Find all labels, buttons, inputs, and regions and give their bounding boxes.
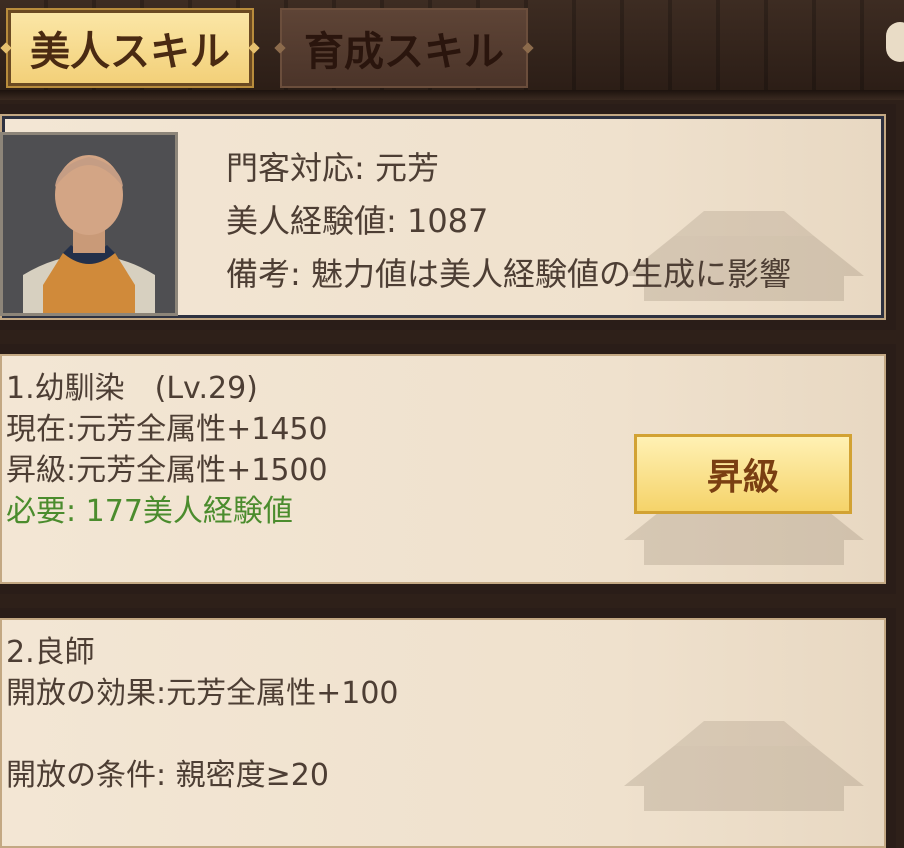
- tab-beauty-skill[interactable]: 美人スキル: [0, 8, 260, 88]
- tab-bar: 美人スキル 育成スキル: [0, 0, 904, 100]
- close-icon[interactable]: [886, 22, 904, 62]
- tab-training-skill[interactable]: 育成スキル: [274, 8, 534, 88]
- skill-1-details: 1.幼馴染 (Lv.29) 現在:元芳全属性+1450 昇級:元芳全属性+150…: [6, 368, 328, 532]
- tab-ornament-icon: [522, 42, 534, 54]
- upgrade-button-label: 昇級: [706, 457, 779, 498]
- tab-ornament-icon: [0, 42, 12, 54]
- skill-2-effect: 開放の効果:元芳全属性+100: [6, 676, 399, 711]
- skill-card-2: 2.良師 開放の効果:元芳全属性+100 開放の条件: 親密度≥20: [0, 618, 886, 848]
- tab-label: 育成スキル: [304, 29, 504, 75]
- character-portrait: [0, 132, 178, 316]
- skill-1-requirement: 必要: 177美人経験値: [6, 494, 293, 529]
- building-watermark-icon: [624, 721, 864, 811]
- tab-label: 美人スキル: [30, 29, 230, 75]
- beauty-info-text: 門客対応: 元芳 美人経験値: 1087 備考: 魅力値は美人経験値の生成に影響: [226, 142, 791, 301]
- skill-2-title: 2.良師: [6, 635, 95, 670]
- tab-ornament-icon: [248, 42, 260, 54]
- beauty-info-panel: 門客対応: 元芳 美人経験値: 1087 備考: 魅力値は美人経験値の生成に影響: [0, 104, 896, 330]
- skill-2-details: 2.良師 開放の効果:元芳全属性+100 開放の条件: 親密度≥20: [6, 632, 399, 796]
- skill-1-title: 1.幼馴染 (Lv.29): [6, 371, 258, 406]
- skill-panel-2: 2.良師 開放の効果:元芳全属性+100 開放の条件: 親密度≥20: [0, 608, 896, 848]
- beauty-info-card: 門客対応: 元芳 美人経験値: 1087 備考: 魅力値は美人経験値の生成に影響: [0, 114, 886, 320]
- skill-panel-1: 1.幼馴染 (Lv.29) 現在:元芳全属性+1450 昇級:元芳全属性+150…: [0, 344, 896, 594]
- upgrade-button[interactable]: 昇級: [634, 434, 852, 514]
- tab-ornament-icon: [274, 42, 286, 54]
- skill-1-current: 現在:元芳全属性+1450: [6, 412, 328, 447]
- skill-card-1: 1.幼馴染 (Lv.29) 現在:元芳全属性+1450 昇級:元芳全属性+150…: [0, 354, 886, 584]
- skill-2-condition: 開放の条件: 親密度≥20: [6, 758, 329, 793]
- skill-1-next: 昇級:元芳全属性+1500: [6, 453, 328, 488]
- info-note: 備考: 魅力値は美人経験値の生成に影響: [226, 255, 791, 293]
- info-retainer: 門客対応: 元芳: [226, 149, 439, 187]
- info-experience: 美人経験値: 1087: [226, 202, 489, 240]
